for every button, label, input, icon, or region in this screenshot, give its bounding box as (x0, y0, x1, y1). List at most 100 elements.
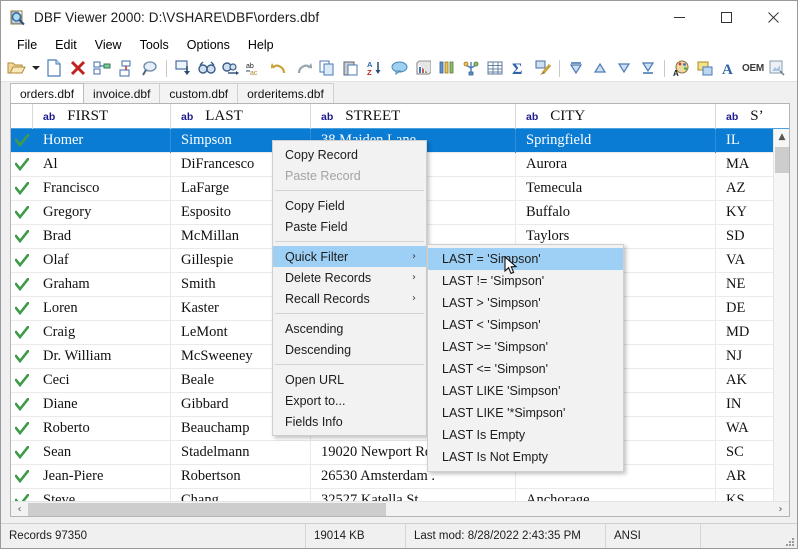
table-row[interactable]: Sean Stadelmann 19020 Newport Rd. SC (11, 440, 789, 465)
menu-file[interactable]: File (8, 36, 46, 54)
cell-city[interactable]: Anchorage (516, 488, 716, 501)
paste-icon[interactable] (339, 56, 363, 80)
prev-record-icon[interactable] (588, 56, 612, 80)
ctx-item-fields-info[interactable]: Fields Info (273, 411, 426, 432)
chart-bar-icon[interactable] (411, 56, 435, 80)
sum-icon[interactable]: Σ (507, 56, 531, 80)
cell-first[interactable]: Graham (33, 272, 171, 297)
cell-city[interactable]: Springfield (516, 129, 716, 153)
cell-first[interactable]: Steve (33, 488, 171, 501)
cell-last[interactable]: Robertson (171, 464, 311, 489)
cell-first[interactable]: Homer (33, 129, 171, 153)
quick-filter-option[interactable]: LAST LIKE 'Simpson' (428, 380, 623, 402)
cell-state[interactable]: NE (716, 273, 774, 297)
header-street[interactable]: ab STREET (311, 104, 516, 129)
quick-filter-option[interactable]: LAST Is Empty (428, 424, 623, 446)
tab-orderitems-dbf[interactable]: orderitems.dbf (237, 83, 334, 103)
ctx-item-open-url[interactable]: Open URL (273, 369, 426, 390)
oem-charset-icon[interactable]: OEM (741, 56, 765, 80)
cell-first[interactable]: Ceci (33, 368, 171, 393)
open-file-icon[interactable] (5, 56, 29, 80)
quick-filter-option[interactable]: LAST <= 'Simpson' (428, 358, 623, 380)
cell-state[interactable]: VA (716, 249, 774, 273)
zoom-record-icon[interactable] (138, 56, 162, 80)
tab-orders-dbf[interactable]: orders.dbf (10, 83, 85, 103)
sort-az-icon[interactable]: A Z (363, 56, 387, 80)
open-dropdown-arrow-icon[interactable] (29, 56, 42, 80)
scroll-left-icon[interactable]: ‹ (11, 502, 28, 517)
cell-first[interactable]: Craig (33, 320, 171, 345)
cell-first[interactable]: Francisco (33, 176, 171, 201)
scroll-right-icon[interactable]: › (772, 502, 789, 517)
cell-first[interactable]: Olaf (33, 248, 171, 273)
menu-edit[interactable]: Edit (46, 36, 86, 54)
cell-state[interactable]: AZ (716, 177, 774, 201)
cell-state[interactable]: SC (716, 441, 774, 465)
tab-invoice-dbf[interactable]: invoice.dbf (83, 83, 161, 103)
cell-state[interactable]: SD (716, 225, 774, 249)
cell-street[interactable]: 32527 Katella St. (311, 488, 516, 501)
redo-icon[interactable] (291, 56, 315, 80)
cell-first[interactable]: Roberto (33, 416, 171, 441)
ctx-item-copy-field[interactable]: Copy Field (273, 195, 426, 216)
table-row[interactable]: Jean-Piere Robertson 26530 Amsterdam . AR (11, 464, 789, 489)
ctx-item-ascending[interactable]: Ascending (273, 318, 426, 339)
table-row[interactable]: Steve Chang 32527 Katella St. Anchorage KS (11, 488, 789, 501)
cell-state[interactable]: AR (716, 465, 774, 489)
pack-table-icon[interactable] (114, 56, 138, 80)
cell-last[interactable]: Stadelmann (171, 440, 311, 465)
quick-filter-option[interactable]: LAST = 'Simpson' (428, 248, 623, 270)
cell-state[interactable]: MD (716, 321, 774, 345)
horizontal-scroll-thumb[interactable] (28, 502, 386, 516)
cell-first[interactable]: Jean-Piere (33, 464, 171, 489)
color-palette-icon[interactable]: A (669, 56, 693, 80)
menu-view[interactable]: View (86, 36, 131, 54)
cell-first[interactable]: Gregory (33, 200, 171, 225)
header-first[interactable]: ab FIRST (33, 104, 171, 129)
maximize-button[interactable] (703, 1, 750, 34)
copy-icon[interactable] (315, 56, 339, 80)
cell-first[interactable]: Loren (33, 296, 171, 321)
cell-city[interactable]: Buffalo (516, 200, 716, 225)
cell-first[interactable]: Diane (33, 392, 171, 417)
close-button[interactable] (750, 1, 797, 34)
header-state[interactable]: ab S’ (716, 104, 774, 129)
menu-help[interactable]: Help (239, 36, 283, 54)
font-icon[interactable]: A (717, 56, 741, 80)
menu-tools[interactable]: Tools (131, 36, 178, 54)
cell-city[interactable]: Temecula (516, 176, 716, 201)
vertical-scrollbar[interactable]: ▲ ▼ (773, 129, 789, 516)
cell-city[interactable]: Aurora (516, 152, 716, 177)
cell-first[interactable]: Dr. William (33, 344, 171, 369)
find-icon[interactable] (195, 56, 219, 80)
edit-structure-icon[interactable] (90, 56, 114, 80)
cell-first[interactable]: Sean (33, 440, 171, 465)
cell-last[interactable]: Chang (171, 488, 311, 501)
ctx-item-export-to[interactable]: Export to... (273, 390, 426, 411)
quick-filter-option[interactable]: LAST != 'Simpson' (428, 270, 623, 292)
comment-icon[interactable] (387, 56, 411, 80)
quick-filter-option[interactable]: LAST > 'Simpson' (428, 292, 623, 314)
menu-options[interactable]: Options (178, 36, 239, 54)
horizontal-scroll-track[interactable] (28, 502, 772, 517)
grid-icon[interactable] (483, 56, 507, 80)
resize-grip-icon[interactable] (783, 534, 795, 546)
cell-first[interactable]: Brad (33, 224, 171, 249)
ctx-item-copy-record[interactable]: Copy Record (273, 144, 426, 165)
last-record-icon[interactable] (636, 56, 660, 80)
ctx-item-recall-records[interactable]: Recall Records › (273, 288, 426, 309)
delete-record-icon[interactable] (66, 56, 90, 80)
chart-pivot-icon[interactable] (459, 56, 483, 80)
quick-filter-option[interactable]: LAST LIKE '*Simpson' (428, 402, 623, 424)
first-record-icon[interactable] (564, 56, 588, 80)
scroll-up-icon[interactable]: ▲ (774, 129, 789, 145)
header-city[interactable]: ab CITY (516, 104, 716, 129)
ctx-item-paste-field[interactable]: Paste Field (273, 216, 426, 237)
ctx-item-delete-records[interactable]: Delete Records › (273, 267, 426, 288)
quick-filter-option[interactable]: LAST >= 'Simpson' (428, 336, 623, 358)
next-record-icon[interactable] (612, 56, 636, 80)
vertical-scroll-thumb[interactable] (775, 147, 789, 173)
chart-column-icon[interactable] (435, 56, 459, 80)
cell-state[interactable]: DE (716, 297, 774, 321)
tab-custom-dbf[interactable]: custom.dbf (159, 83, 239, 103)
